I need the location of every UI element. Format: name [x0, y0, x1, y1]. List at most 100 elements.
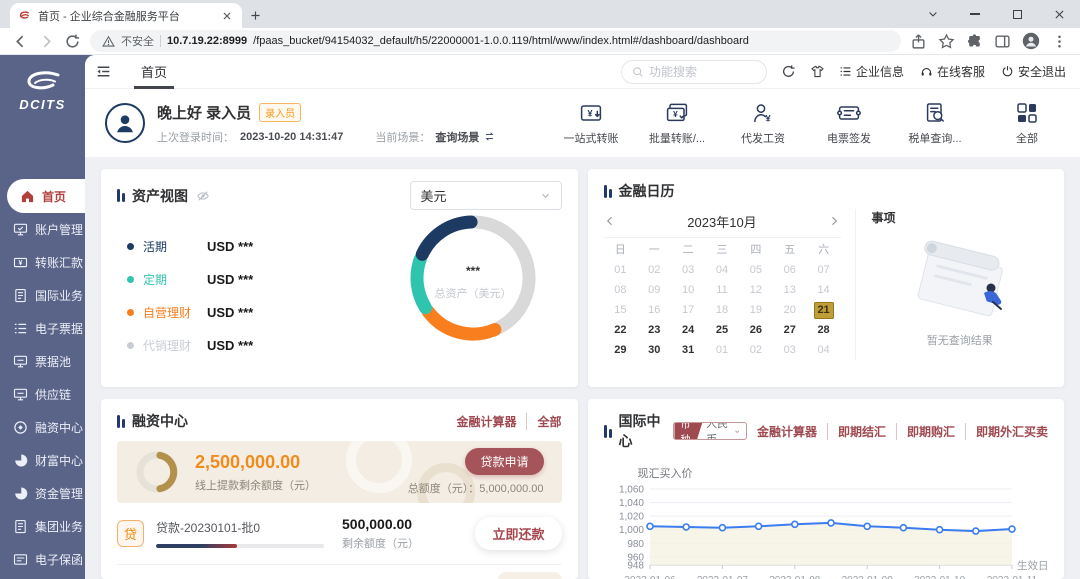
new-tab-button[interactable] [242, 3, 268, 28]
calendar-prev-icon[interactable] [604, 215, 616, 227]
loan-remaining-label: 剩余额度（元） [342, 535, 419, 551]
sidebar-item-transfer[interactable]: ¥转账汇款 [0, 246, 85, 279]
eye-off-icon[interactable] [196, 189, 210, 203]
intl-links: 金融计算器即期结汇即期购汇即期外汇买卖 [747, 423, 1048, 440]
currency-type-select[interactable]: 币种 人民币 [673, 422, 746, 440]
loan-apply-button[interactable]: 贷款申请 [465, 448, 543, 475]
sidebar-item-financing[interactable]: 融资中心 [0, 411, 85, 444]
calendar-day[interactable]: 18 [705, 300, 739, 320]
calendar-day[interactable]: 30 [637, 340, 671, 360]
financing-link-0[interactable]: 金融计算器 [446, 413, 526, 430]
extensions-puzzle-icon[interactable] [966, 33, 983, 50]
calendar-day[interactable]: 14 [807, 280, 841, 300]
refresh-icon[interactable] [781, 64, 796, 79]
calendar-day[interactable]: 04 [705, 260, 739, 280]
browser-profile-avatar[interactable] [1022, 32, 1040, 50]
side-panel-icon[interactable] [994, 33, 1011, 50]
intl-link-3[interactable]: 即期外汇买卖 [965, 423, 1048, 440]
quick-action-all[interactable]: 全部 [996, 101, 1058, 146]
calendar-day[interactable]: 08 [604, 280, 638, 300]
calendar-day[interactable]: 28 [807, 320, 841, 340]
calendar-day[interactable]: 10 [671, 280, 705, 300]
calendar-day-selected[interactable]: 21 [814, 302, 834, 319]
sidebar-item-supply-chain[interactable]: 供应链 [0, 378, 85, 411]
calendar-day[interactable]: 15 [604, 300, 638, 320]
back-icon[interactable] [12, 33, 29, 50]
currency-select[interactable]: 美元 [410, 181, 562, 210]
sidebar-item-guarantee[interactable]: 电子保函 [0, 543, 85, 576]
intl-link-0[interactable]: 金融计算器 [747, 423, 827, 440]
sidebar-item-accounts[interactable]: 账户管理 [0, 213, 85, 246]
window-minimize-button[interactable] [954, 0, 996, 28]
window-close-button[interactable] [1038, 0, 1080, 28]
tab-search-icon[interactable] [912, 0, 954, 28]
secure-logout-link[interactable]: 安全退出 [1001, 63, 1066, 80]
sidebar-item-bill-pool[interactable]: 票据池 [0, 345, 85, 378]
search-input[interactable] [649, 65, 756, 79]
calendar-day[interactable]: 04 [807, 340, 841, 360]
calendar-day[interactable]: 27 [773, 320, 807, 340]
loan-progress-bar [156, 544, 324, 548]
financing-link-1[interactable]: 全部 [526, 413, 561, 430]
url-bar[interactable]: 不安全 10.7.19.22:8999/fpaas_bucket/9415403… [90, 30, 901, 52]
calendar-day[interactable]: 22 [604, 320, 638, 340]
calendar-day[interactable]: 09 [637, 280, 671, 300]
doc-icon [13, 519, 28, 534]
theme-skin-icon[interactable] [810, 64, 825, 79]
forward-icon[interactable] [38, 33, 55, 50]
tab-close-icon[interactable] [220, 9, 234, 23]
intl-link-1[interactable]: 即期结汇 [827, 423, 896, 440]
svg-text:生效日期: 生效日期 [1017, 559, 1048, 572]
calendar-day[interactable]: 11 [705, 280, 739, 300]
online-service-link[interactable]: 在线客服 [920, 63, 985, 80]
calendar-day[interactable]: 25 [705, 320, 739, 340]
quick-action-batch-transfer[interactable]: ¥批量转账/... [646, 101, 708, 146]
legend-dot [127, 243, 134, 250]
svg-text:1,060: 1,060 [618, 485, 643, 496]
calendar-day[interactable]: 05 [739, 260, 773, 280]
sidebar-item-international[interactable]: 国际业务 [0, 279, 85, 312]
calendar-day[interactable]: 19 [739, 300, 773, 320]
calendar-day[interactable]: 01 [705, 340, 739, 360]
calendar-day[interactable]: 02 [637, 260, 671, 280]
switch-scene-icon[interactable] [484, 131, 495, 142]
bookmark-star-icon[interactable] [938, 33, 955, 50]
calendar-day[interactable]: 06 [773, 260, 807, 280]
calendar-day[interactable]: 13 [773, 280, 807, 300]
collapse-menu-icon[interactable] [95, 63, 112, 80]
calendar-day[interactable]: 29 [604, 340, 638, 360]
browser-menu-kebab-icon[interactable] [1051, 33, 1068, 50]
calendar-day[interactable]: 16 [637, 300, 671, 320]
calendar-day[interactable]: 01 [604, 260, 638, 280]
calendar-day[interactable]: 12 [739, 280, 773, 300]
window-maximize-button[interactable] [996, 0, 1038, 28]
quick-action-tax-query[interactable]: 税单查询... [904, 101, 966, 146]
calendar-day[interactable]: 02 [739, 340, 773, 360]
sidebar-item-funds[interactable]: 资金管理 [0, 477, 85, 510]
calendar-day[interactable]: 03 [671, 260, 705, 280]
sidebar-item-e-bill[interactable]: 电子票据 [0, 312, 85, 345]
calendar-day[interactable]: 07 [807, 260, 841, 280]
repay-now-button[interactable]: 立即还款 [475, 517, 561, 550]
calendar-next-icon[interactable] [828, 215, 840, 227]
calendar-day[interactable]: 03 [773, 340, 807, 360]
quick-action-one-stop-transfer[interactable]: ¥一站式转账 [560, 101, 622, 146]
sidebar-item-home[interactable]: 首页 [7, 179, 85, 213]
calendar-day[interactable]: 23 [637, 320, 671, 340]
reload-icon[interactable] [64, 33, 81, 50]
sidebar-item-wealth[interactable]: 财富中心 [0, 444, 85, 477]
calendar-day[interactable]: 17 [671, 300, 705, 320]
calendar-day[interactable]: 20 [773, 300, 807, 320]
intl-link-2[interactable]: 即期购汇 [896, 423, 965, 440]
calendar-day[interactable]: 31 [671, 340, 705, 360]
currency-select-value: 美元 [421, 186, 540, 205]
calendar-day[interactable]: 24 [671, 320, 705, 340]
quick-action-e-ticket-issue[interactable]: 电票签发 [818, 101, 880, 146]
page-tab-home[interactable]: 首页 [138, 55, 170, 89]
company-info-link[interactable]: 企业信息 [839, 63, 904, 80]
sidebar-item-group[interactable]: 集团业务 [0, 510, 85, 543]
quick-action-salary-payment[interactable]: ¥代发工资 [732, 101, 794, 146]
share-icon[interactable] [910, 33, 927, 50]
browser-tab[interactable]: 首页 - 企业综合金融服务平台 [10, 3, 242, 28]
calendar-day[interactable]: 26 [739, 320, 773, 340]
